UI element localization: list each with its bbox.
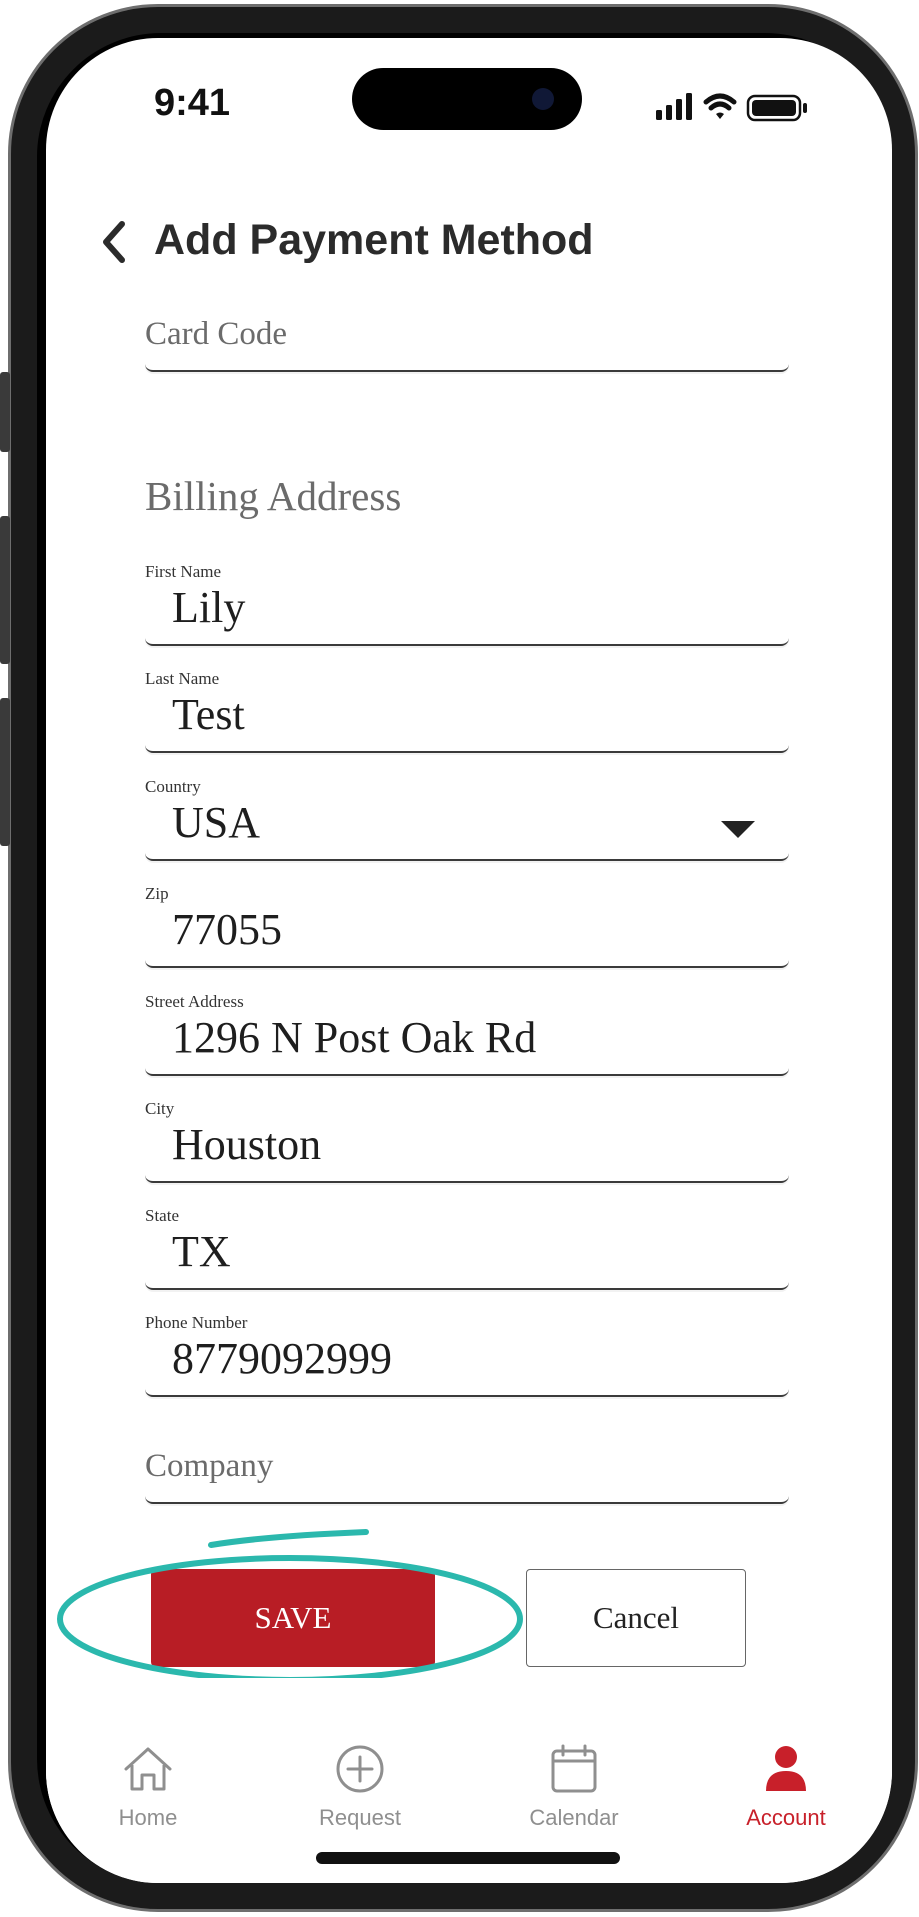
phone-number-label: Phone Number (145, 1313, 248, 1332)
billing-address-heading: Billing Address (145, 473, 402, 519)
status-time: 9:41 (154, 82, 231, 124)
state-value: TX (172, 1227, 231, 1276)
home-indicator (316, 1852, 620, 1864)
street-address-label: Street Address (145, 992, 244, 1011)
state-field[interactable]: State TX (145, 1196, 789, 1290)
last-name-value: Test (172, 690, 245, 739)
tab-account-label: Account (746, 1805, 826, 1830)
dropdown-caret-icon[interactable] (721, 821, 755, 838)
volume-down-button (0, 698, 10, 846)
first-name-label: First Name (145, 562, 222, 581)
first-name-field[interactable]: First Name Lily (145, 552, 789, 646)
volume-up-button (0, 516, 10, 664)
signal-icon (656, 93, 692, 120)
city-value: Houston (172, 1120, 322, 1169)
tab-request-label: Request (319, 1805, 401, 1830)
app-screen: 9:41 Add Payment Method Card Code Billin… (46, 38, 892, 1883)
mute-switch (0, 372, 10, 452)
wifi-icon (703, 93, 737, 119)
status-bar: 9:41 (46, 38, 892, 178)
calendar-icon (551, 1744, 597, 1793)
tab-home[interactable]: Home (48, 1743, 248, 1831)
city-field[interactable]: City Houston (145, 1089, 789, 1183)
tab-home-label: Home (118, 1805, 178, 1830)
tab-calendar-label: Calendar (529, 1805, 619, 1830)
tab-account[interactable]: Account (686, 1743, 886, 1831)
plus-circle-icon (336, 1745, 384, 1793)
page-header: Add Payment Method (46, 208, 892, 288)
tab-request[interactable]: Request (260, 1743, 460, 1831)
annotation-circle (57, 1529, 523, 1678)
camera-icon (532, 88, 554, 110)
card-code-field[interactable]: Card Code (145, 278, 789, 372)
zip-field[interactable]: Zip 77055 (145, 874, 789, 968)
person-icon (766, 1746, 806, 1791)
country-value: USA (172, 798, 261, 847)
status-icons (656, 93, 807, 122)
last-name-field[interactable]: Last Name Test (145, 659, 789, 753)
street-address-field[interactable]: Street Address 1296 N Post Oak Rd (145, 982, 789, 1076)
zip-label: Zip (145, 884, 169, 903)
zip-value: 77055 (172, 905, 282, 954)
battery-icon (746, 94, 807, 122)
phone-number-value: 8779092999 (172, 1334, 392, 1383)
city-label: City (145, 1099, 175, 1118)
country-select[interactable]: Country USA (145, 767, 789, 861)
card-code-placeholder: Card Code (145, 316, 288, 352)
state-label: State (145, 1206, 179, 1225)
tab-calendar[interactable]: Calendar (474, 1743, 674, 1831)
first-name-value: Lily (172, 583, 246, 632)
back-chevron-icon[interactable] (86, 212, 146, 272)
street-address-value: 1296 N Post Oak Rd (172, 1013, 537, 1062)
company-field[interactable]: Company (145, 1410, 789, 1504)
company-placeholder: Company (145, 1448, 274, 1484)
country-label: Country (145, 777, 201, 796)
phone-number-field[interactable]: Phone Number 8779092999 (145, 1303, 789, 1397)
home-icon (124, 1747, 172, 1791)
last-name-label: Last Name (145, 669, 220, 688)
page-title: Add Payment Method (154, 216, 594, 264)
